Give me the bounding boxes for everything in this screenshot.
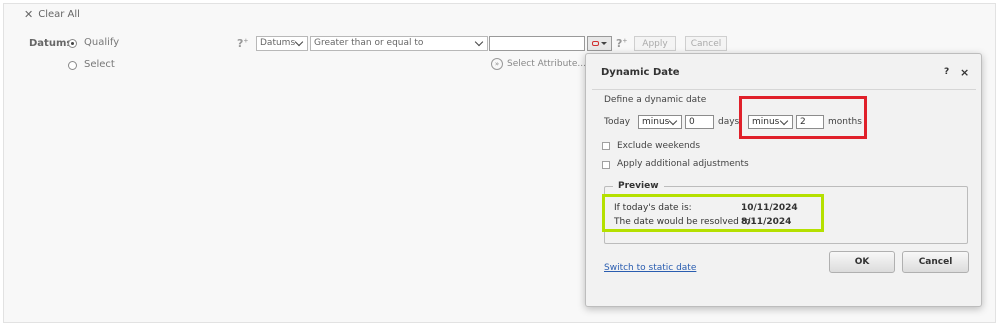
chevron-down-icon: [474, 37, 484, 47]
help-icon[interactable]: ?: [944, 67, 949, 77]
select-radio[interactable]: [68, 61, 77, 70]
switch-to-static-date-link[interactable]: Switch to static date: [604, 263, 696, 273]
divider: [592, 89, 976, 90]
define-label: Define a dynamic date: [604, 95, 707, 105]
dynamic-date-dialog: Dynamic Date ? × Define a dynamic date T…: [585, 53, 982, 307]
select-label: Select: [84, 59, 115, 70]
help-icon[interactable]: ?+: [616, 37, 627, 50]
additional-adjustments-checkbox[interactable]: [602, 161, 610, 169]
attribute-select[interactable]: Datums: [256, 36, 308, 51]
ok-button[interactable]: OK: [829, 251, 895, 273]
days-operator-select[interactable]: minus: [638, 115, 682, 129]
today-label: Today: [604, 117, 631, 127]
days-label: days: [718, 117, 740, 127]
additional-adjustments-label: Apply additional adjustments: [617, 159, 749, 169]
months-highlight: [739, 96, 867, 139]
cancel-button[interactable]: Cancel: [685, 36, 727, 51]
preview-title: Preview: [613, 181, 664, 191]
calendar-icon: [592, 41, 599, 46]
filter-label: Datums: [29, 38, 73, 49]
qualify-label: Qualify: [84, 37, 120, 48]
operator-select[interactable]: Greater than or equal to: [310, 36, 488, 51]
dialog-title: Dynamic Date: [601, 67, 680, 78]
apply-button[interactable]: Apply: [634, 36, 676, 51]
help-icon[interactable]: ?+: [237, 37, 248, 50]
dialog-cancel-button[interactable]: Cancel: [902, 251, 969, 273]
close-icon[interactable]: ×: [960, 66, 969, 79]
exclude-weekends-checkbox[interactable]: [602, 142, 610, 150]
operator-select-value: Greater than or equal to: [314, 38, 424, 48]
value-input[interactable]: [489, 36, 585, 51]
close-icon: ✕: [24, 8, 34, 21]
qualify-radio[interactable]: [68, 39, 77, 48]
exclude-weekends-label: Exclude weekends: [617, 141, 701, 151]
preview-highlight: [602, 194, 824, 232]
attribute-select-value: Datums: [260, 38, 296, 48]
clear-all-label: Clear All: [38, 9, 80, 20]
days-operator-value: minus: [642, 117, 670, 127]
dropdown-arrow-icon: [601, 42, 607, 45]
dynamic-date-button[interactable]: [587, 36, 612, 51]
select-attribute-link[interactable]: » Select Attribute...: [491, 58, 586, 70]
arrow-circle-icon: »: [491, 58, 503, 70]
select-attribute-label: Select Attribute...: [507, 59, 586, 69]
chevron-down-icon: [668, 116, 678, 125]
clear-all-button[interactable]: ✕ Clear All: [24, 8, 80, 21]
chevron-down-icon: [294, 37, 304, 47]
days-input[interactable]: 0: [685, 115, 714, 129]
